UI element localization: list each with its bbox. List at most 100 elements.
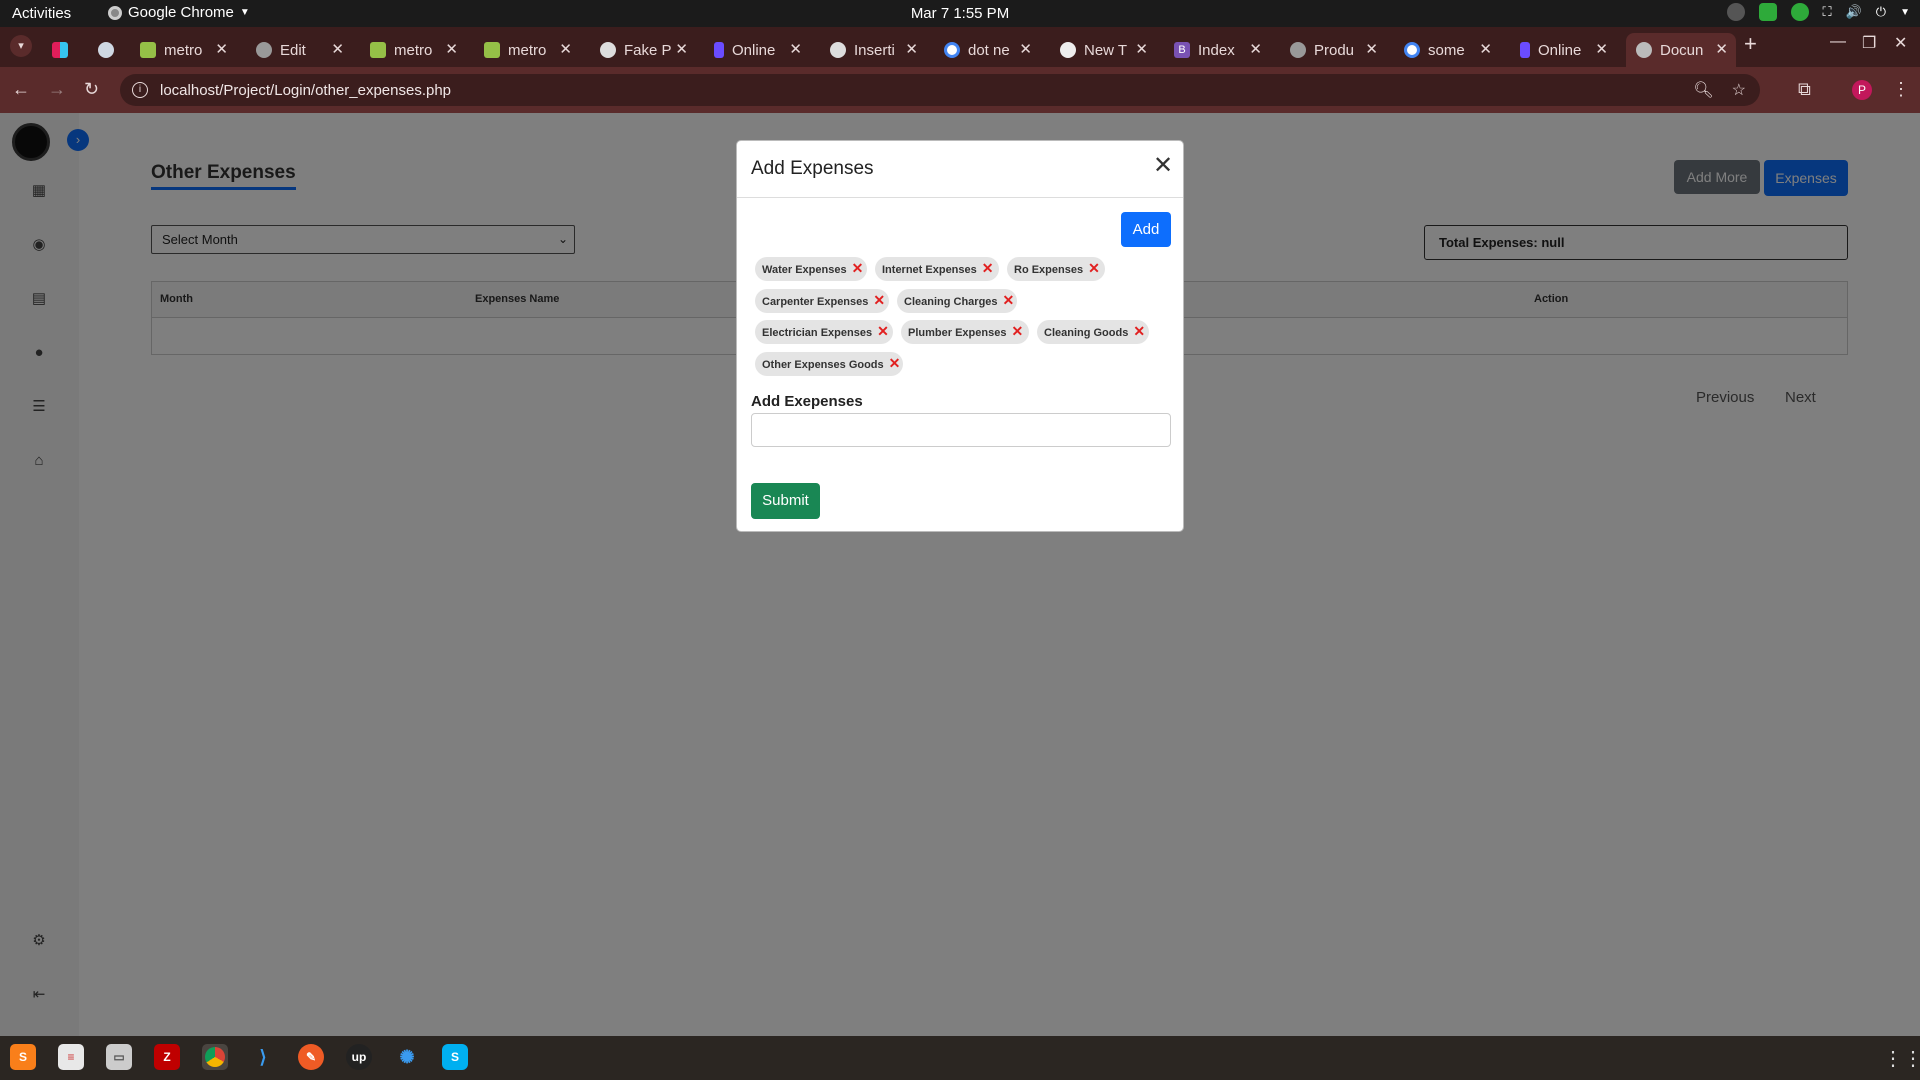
address-bar[interactable]: i localhost/Project/Login/other_expenses… [120,74,1760,106]
submit-button[interactable]: Submit [751,483,820,519]
app-menu[interactable]: Google Chrome ▼ [108,4,250,21]
forward-icon[interactable]: → [48,79,66,100]
remove-icon[interactable]: ✕ [877,323,889,339]
remove-icon[interactable]: ✕ [982,260,994,276]
tab-produ[interactable]: Produ ✕ [1280,33,1386,67]
tab-mail[interactable] [88,33,132,67]
modal-header: Add Expenses ✕ [737,141,1183,198]
google-icon [944,42,960,58]
new-tab-icon[interactable]: + [1744,31,1757,57]
show-apps-icon[interactable]: ⋮⋮⋮ [1883,1046,1920,1071]
close-icon[interactable]: ✕ [1365,40,1378,58]
upwork-tray-icon[interactable] [1726,3,1745,21]
mail-icon [98,42,114,58]
remove-icon[interactable]: ✕ [1003,292,1015,308]
expense-chip: Carpenter Expenses ✕ [755,289,889,313]
remove-icon[interactable]: ✕ [873,292,885,308]
close-icon[interactable]: ✕ [1153,154,1173,178]
tab-inserti[interactable]: Inserti ✕ [820,33,926,67]
tab-dot-net[interactable]: dot ne ✕ [934,33,1040,67]
power-icon[interactable]: ⏻ [1876,4,1886,20]
github-icon [1060,42,1076,58]
chip-label: Cleaning Goods [1044,327,1129,339]
tab-metro-1[interactable]: metro ✕ [130,33,236,67]
close-icon[interactable]: ✕ [905,40,918,58]
close-icon[interactable]: ✕ [215,40,228,58]
tab-online-2[interactable]: Online ✕ [1510,33,1616,67]
tab-index[interactable]: B Index ✕ [1164,33,1270,67]
clock: Mar 7 1:55 PM [0,5,1920,22]
close-icon[interactable]: ✕ [1595,40,1608,58]
tab-document-active[interactable]: Docun ✕ [1626,33,1736,67]
maximize-icon[interactable]: ❐ [1862,33,1876,53]
close-icon[interactable]: ✕ [331,40,344,58]
remove-icon[interactable]: ✕ [852,260,864,276]
tab-label: dot ne [968,41,1010,59]
bookmark-star-icon[interactable]: ☆ [1732,80,1746,100]
upwork-icon[interactable]: up [346,1044,372,1070]
close-icon[interactable]: ✕ [1249,40,1262,58]
profile-avatar[interactable]: P [1852,80,1872,100]
sublime-text-icon[interactable]: S [10,1044,36,1070]
add-button[interactable]: Add [1121,212,1171,247]
expense-chip: Internet Expenses ✕ [875,257,999,281]
text-editor-icon[interactable]: ≡ [58,1044,84,1070]
close-icon[interactable]: ✕ [1019,40,1032,58]
tab-label: Online [1538,41,1582,59]
url-text[interactable]: localhost/Project/Login/other_expenses.p… [160,82,451,99]
google-icon [1404,42,1420,58]
tab-search-icon[interactable]: ▾ [10,35,32,57]
sync-tray-icon[interactable] [1790,3,1809,21]
tab-fake[interactable]: Fake P ✕ [590,33,696,67]
close-icon[interactable]: ✕ [1715,40,1728,58]
clock-text[interactable]: Mar 7 1:55 PM [911,5,1009,22]
postman-icon[interactable]: ✎ [298,1044,324,1070]
browser-toolbar: ← → ↻ i localhost/Project/Login/other_ex… [0,67,1920,113]
tab-metro-3[interactable]: metro ✕ [474,33,580,67]
chip-label: Carpenter Expenses [762,296,869,308]
close-icon[interactable]: ✕ [1479,40,1492,58]
kebab-menu-icon[interactable]: ⋮ [1892,79,1910,100]
chrome-taskbar-icon[interactable] [202,1044,228,1070]
caret-down-icon: ▼ [239,7,250,18]
remove-icon[interactable]: ✕ [1011,323,1023,339]
add-expenses-input[interactable] [751,413,1171,447]
close-icon[interactable]: ✕ [675,40,688,58]
tab-online-1[interactable]: Online ✕ [704,33,810,67]
close-icon[interactable]: ✕ [789,40,802,58]
tab-metro-2[interactable]: metro ✕ [360,33,466,67]
remove-icon[interactable]: ✕ [1133,323,1145,339]
tab-edit[interactable]: Edit ✕ [246,33,352,67]
files-icon[interactable]: ▭ [106,1044,132,1070]
close-icon[interactable]: ✕ [445,40,458,58]
tab-label: Docun [1660,41,1704,59]
volume-icon[interactable]: 🔊 [1846,4,1862,20]
skype-icon[interactable]: S [442,1044,468,1070]
close-window-icon[interactable]: ✕ [1894,33,1907,53]
vscode-icon[interactable]: ⟩ [250,1044,276,1070]
network-icon[interactable]: ⛶ [1823,4,1832,20]
tab-new-t[interactable]: New T ✕ [1050,33,1156,67]
minimize-icon[interactable]: — [1830,33,1846,51]
chip-label: Electrician Expenses [762,327,873,339]
close-icon[interactable]: ✕ [559,40,572,58]
shopify-icon [140,42,156,58]
shield-tray-icon[interactable] [1758,3,1777,21]
activities-button[interactable]: Activities [12,5,71,22]
tab-some[interactable]: some ✕ [1394,33,1500,67]
remove-icon[interactable]: ✕ [1088,260,1100,276]
network-app-icon[interactable]: ✺ [394,1044,420,1070]
zoom-icon[interactable]: 🔍︎ [1693,80,1713,100]
filezilla-icon[interactable]: Z [154,1044,180,1070]
tab-label: Index [1198,41,1235,59]
close-icon[interactable]: ✕ [1135,40,1148,58]
info-icon[interactable]: i [132,82,148,98]
chip-label: Ro Expenses [1014,264,1084,276]
extensions-icon[interactable]: ⧉ [1798,79,1811,100]
reload-icon[interactable]: ↻ [84,79,99,100]
remove-icon[interactable]: ✕ [889,355,901,371]
back-icon[interactable]: ← [12,79,30,100]
globe-icon [256,42,272,58]
caret-down-icon[interactable]: ▼ [1900,7,1910,18]
tab-slack[interactable] [42,33,86,67]
